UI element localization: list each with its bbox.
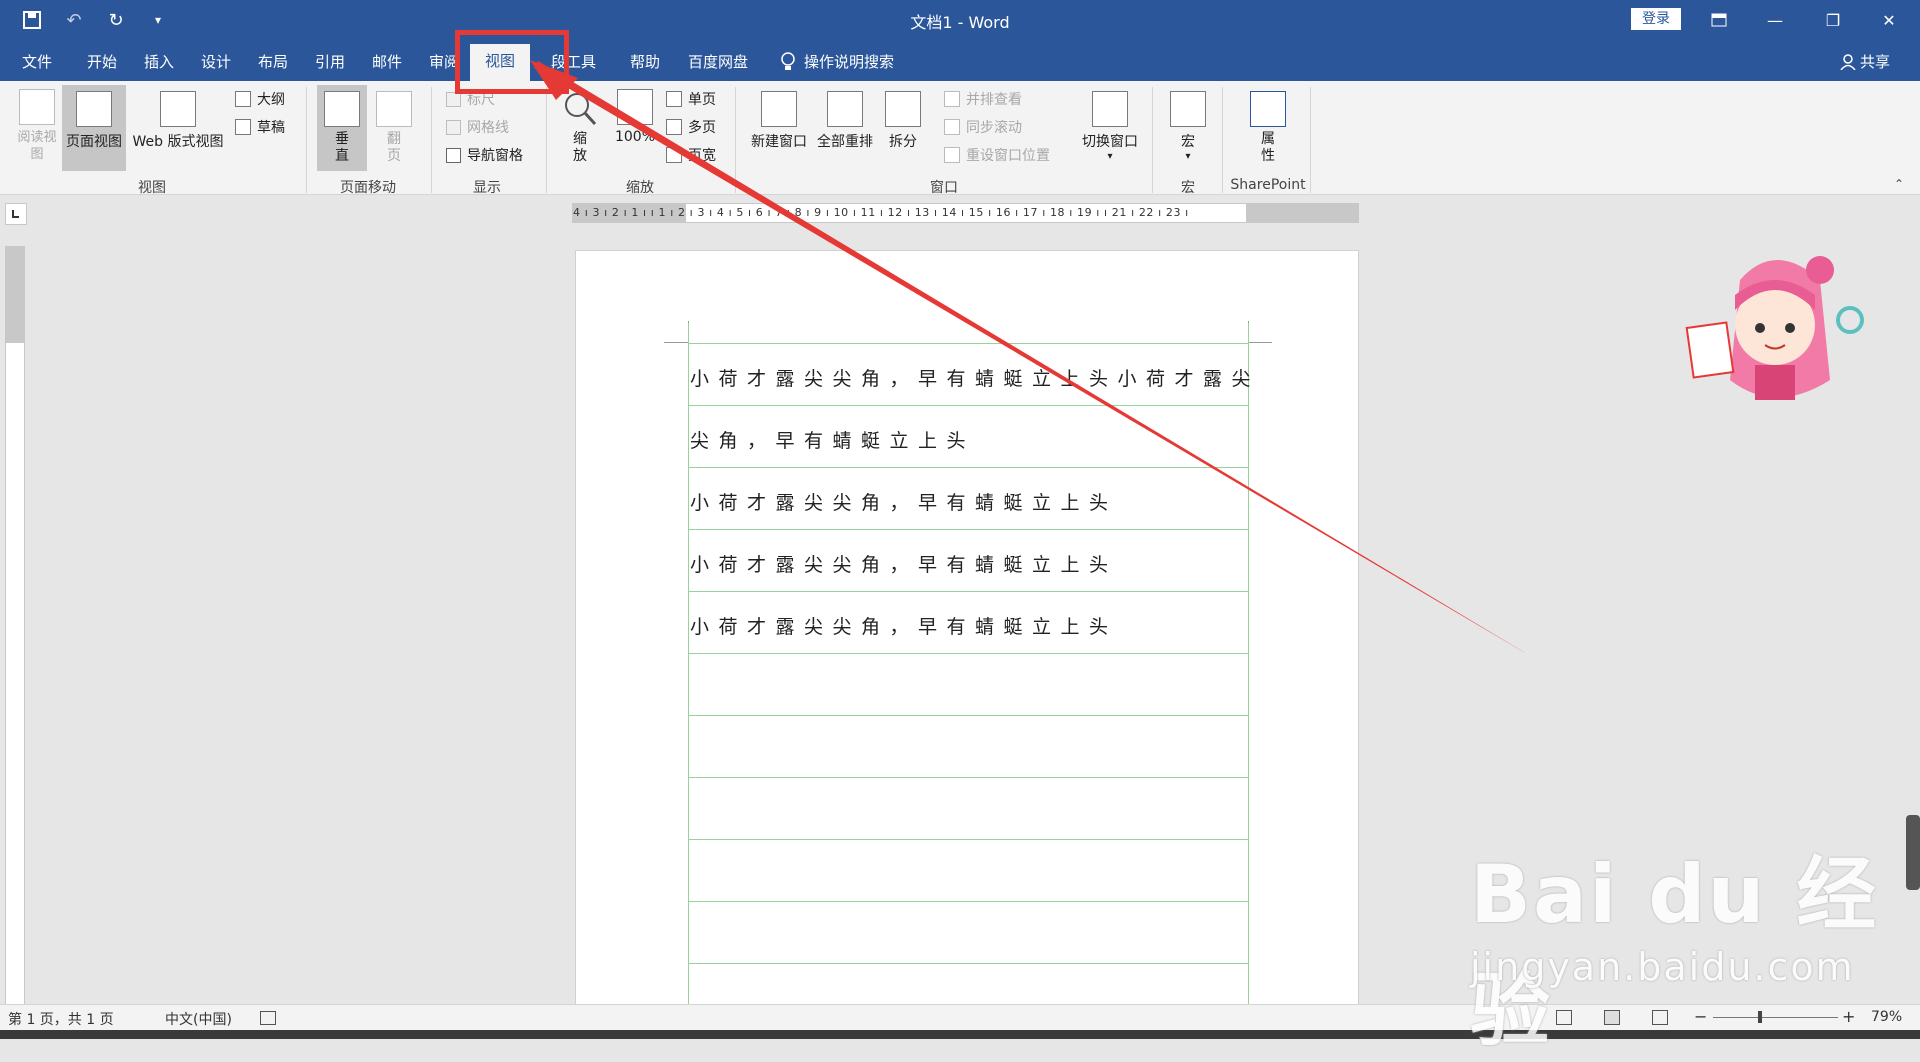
watermark-url: jingyan.baidu.com: [1470, 945, 1855, 989]
baidu-watermark: Bai du 经验 jingyan.baidu.com: [1470, 830, 1920, 1062]
language-indicator[interactable]: 中文(中国): [165, 1009, 232, 1029]
macro-recording-icon[interactable]: [260, 1011, 276, 1025]
page-count[interactable]: 第 1 页，共 1 页: [8, 1009, 114, 1029]
